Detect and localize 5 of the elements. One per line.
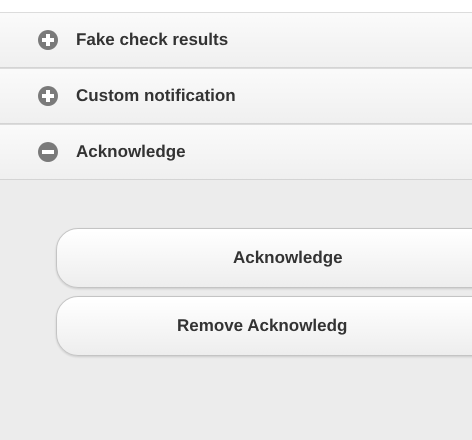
- remove-acknowledge-button[interactable]: Remove Acknowledg: [56, 296, 472, 356]
- accordion-header[interactable]: Fake check results: [0, 12, 472, 68]
- accordion-header[interactable]: Acknowledge: [0, 124, 472, 180]
- acknowledge-button[interactable]: Acknowledge: [56, 228, 472, 288]
- accordion-header[interactable]: Custom notification: [0, 68, 472, 124]
